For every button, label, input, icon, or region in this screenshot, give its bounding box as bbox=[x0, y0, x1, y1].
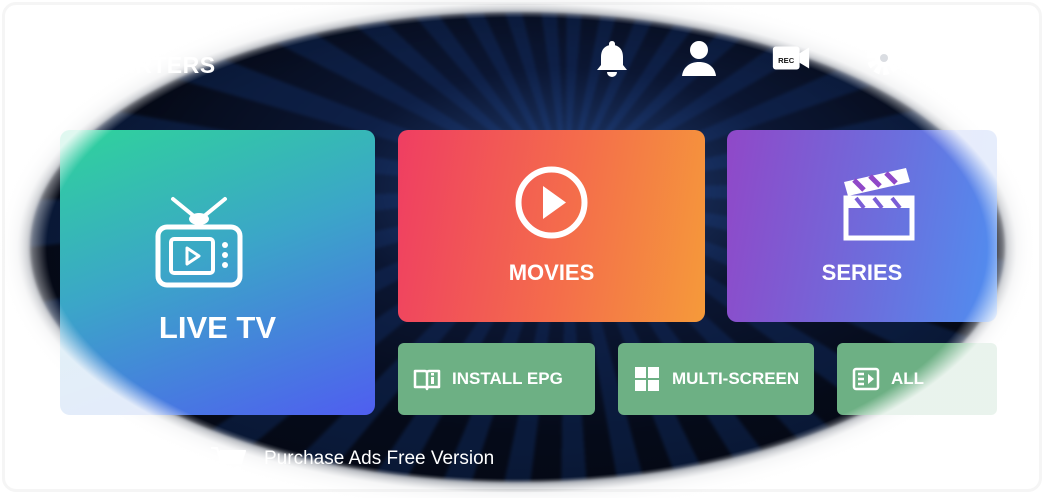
bell-icon[interactable] bbox=[590, 36, 634, 80]
gear-icon[interactable] bbox=[862, 36, 906, 80]
movies-tile[interactable]: MOVIES bbox=[398, 130, 705, 322]
purchase-label: Purchase Ads Free Version bbox=[264, 448, 495, 469]
multi-screen-button[interactable]: MULTI-SCREEN bbox=[618, 343, 814, 415]
all-button[interactable]: ALL bbox=[837, 343, 997, 415]
clapperboard-icon bbox=[843, 168, 915, 241]
list-icon bbox=[852, 367, 880, 391]
tv-icon bbox=[155, 197, 243, 288]
cart-icon bbox=[211, 447, 246, 472]
all-label: ALL bbox=[891, 369, 925, 388]
live-tv-tile[interactable]: LIVE TV bbox=[60, 130, 375, 415]
series-label: SERIES bbox=[821, 260, 903, 285]
book-icon bbox=[413, 369, 441, 391]
purchase-link[interactable]: Purchase Ads Free Version bbox=[210, 445, 494, 473]
svg-text:REC: REC bbox=[778, 56, 795, 65]
grid-icon bbox=[635, 367, 659, 391]
live-tv-label: LIVE TV bbox=[158, 310, 277, 345]
user-icon[interactable] bbox=[677, 36, 721, 80]
install-epg-button[interactable]: INSTALL EPG bbox=[398, 343, 595, 415]
install-epg-label: INSTALL EPG bbox=[452, 369, 563, 388]
play-circle-icon bbox=[515, 166, 588, 239]
movies-label: MOVIES bbox=[508, 260, 595, 285]
multi-screen-label: MULTI-SCREEN bbox=[672, 369, 800, 388]
series-tile[interactable]: SERIES bbox=[727, 130, 997, 322]
record-icon[interactable]: REC bbox=[770, 36, 812, 80]
app-brand: ARTERS bbox=[118, 52, 216, 78]
